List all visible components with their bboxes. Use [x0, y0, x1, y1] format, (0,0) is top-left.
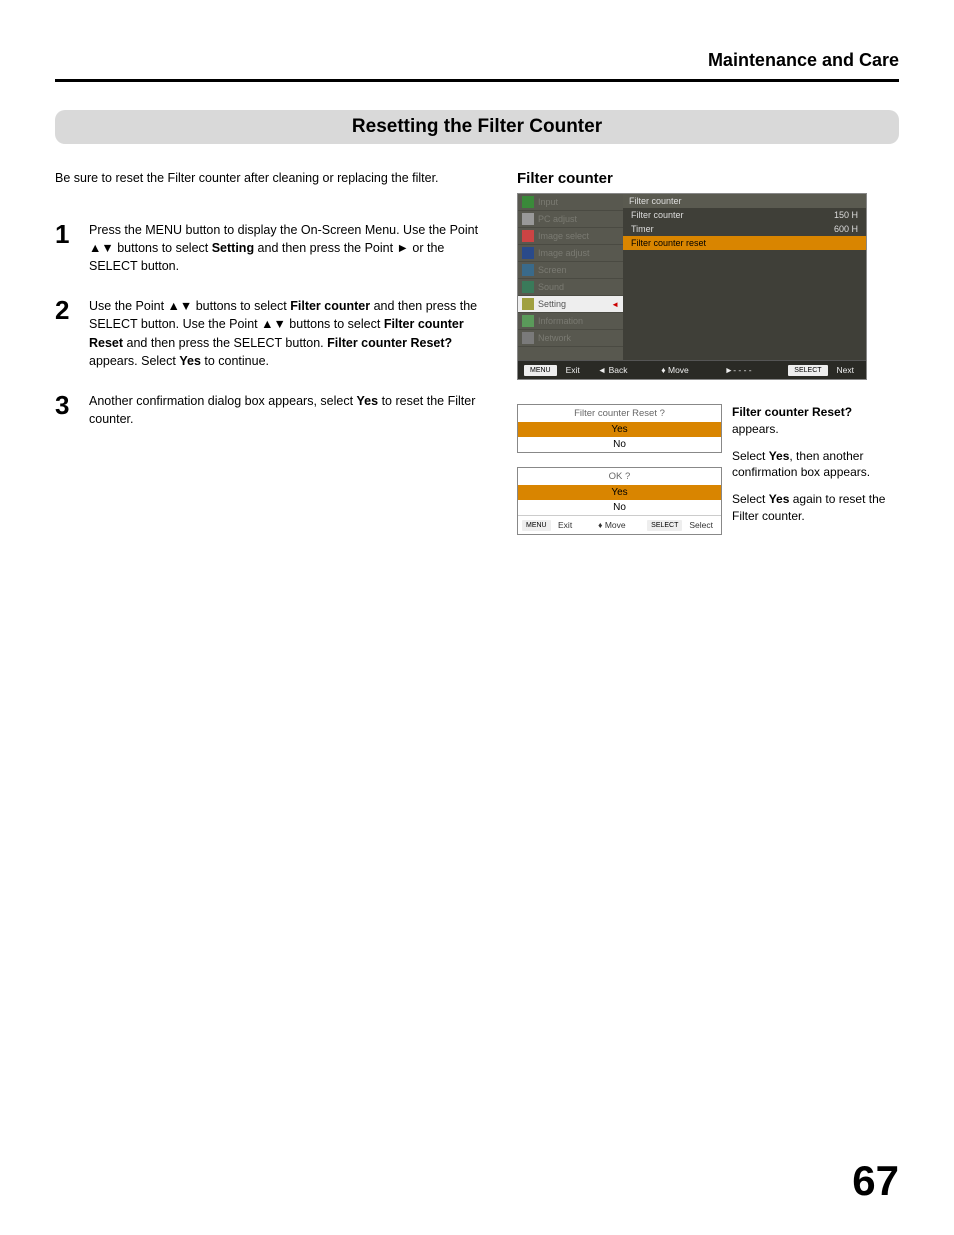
screen-icon: [522, 264, 534, 276]
dialog-option-yes: Yes: [518, 422, 721, 437]
osd-menu-label: Image adjust: [538, 248, 590, 258]
osd-menu-list: Input PC adjust Image select Image adjust Sc…: [518, 194, 623, 360]
right-heading: Filter counter: [517, 170, 899, 187]
side-p3: Select Yes again to reset the Filter cou…: [732, 491, 899, 525]
osd-menu-label: PC adjust: [538, 214, 577, 224]
info-icon: [522, 315, 534, 327]
page-number: 67: [852, 1157, 899, 1205]
osd-menu-label: Information: [538, 316, 583, 326]
right-column: Filter counter Input PC adjust Image selec…: [517, 170, 899, 549]
osd-row-label: Filter counter reset: [631, 238, 706, 248]
osd-panel-row: Filter counter reset: [623, 236, 866, 250]
step-number: 1: [55, 221, 89, 275]
step-3: 3 Another confirmation dialog box appear…: [55, 392, 495, 428]
dialog-footer: MENUExit ♦ Move SELECTSelect: [518, 515, 721, 534]
step-body: Press the MENU button to display the On-…: [89, 221, 495, 275]
step-body: Use the Point ▲▼ buttons to select Filte…: [89, 297, 495, 370]
osd-menu-item: Input: [518, 194, 623, 211]
osd-foot-back: ◄ Back: [592, 361, 656, 379]
osd-foot-move: ♦ Move: [655, 361, 719, 379]
left-column: Be sure to reset the Filter counter afte…: [55, 170, 495, 549]
iadj-icon: [522, 247, 534, 259]
osd-panel-row: Filter counter 150 H: [623, 208, 866, 222]
osd-menu-label: Sound: [538, 282, 564, 292]
osd-screenshot: Input PC adjust Image select Image adjust Sc…: [517, 193, 867, 380]
osd-menu-item: Information: [518, 313, 623, 330]
osd-menu-label: Setting: [538, 299, 566, 309]
osd-menu-label: Network: [538, 333, 571, 343]
step-body: Another confirmation dialog box appears,…: [89, 392, 495, 428]
osd-panel-title: Filter counter: [623, 194, 866, 208]
pc-icon: [522, 213, 534, 225]
osd-foot-next: SELECTNext: [782, 361, 866, 379]
step-1: 1 Press the MENU button to display the O…: [55, 221, 495, 275]
dialog-title: OK ?: [518, 468, 721, 485]
dialog-option-no: No: [518, 437, 721, 452]
dialog-foot-select: SELECTSelect: [643, 516, 721, 534]
osd-panel-row: Timer 600 H: [623, 222, 866, 236]
osd-menu-item: Sound: [518, 279, 623, 296]
osd-menu-item: Image adjust: [518, 245, 623, 262]
dialog-option-no: No: [518, 500, 721, 515]
osd-row-label: Filter counter: [631, 210, 684, 220]
dialog-ok-confirm: OK ? Yes No MENUExit ♦ Move SELECTSelect: [517, 467, 722, 535]
osd-foot-arrow: ►- - - -: [719, 361, 783, 379]
side-p1: Filter counter Reset? appears.: [732, 404, 899, 438]
chapter-heading: Maintenance and Care: [55, 50, 899, 71]
osd-menu-label: Screen: [538, 265, 567, 275]
osd-row-label: Timer: [631, 224, 654, 234]
osd-footer: MENUExit ◄ Back ♦ Move ►- - - - SELECTNe…: [518, 360, 866, 379]
osd-menu-item: Setting ◄: [518, 296, 623, 313]
dialogs-row: Filter counter Reset ? Yes No OK ? Yes N…: [517, 404, 899, 549]
osd-foot-exit: MENUExit: [518, 361, 592, 379]
net-icon: [522, 332, 534, 344]
dialog-reset-confirm: Filter counter Reset ? Yes No: [517, 404, 722, 453]
side-p2: Select Yes, then another confirmation bo…: [732, 448, 899, 482]
section-title: Resetting the Filter Counter: [55, 110, 899, 144]
content-columns: Be sure to reset the Filter counter afte…: [55, 170, 899, 549]
osd-menu-item: Image select: [518, 228, 623, 245]
osd-panel: Filter counter Filter counter 150 H Timer 6…: [623, 194, 866, 360]
chevron-right-icon: ◄: [611, 300, 619, 309]
step-number: 2: [55, 297, 89, 370]
dialog-option-yes: Yes: [518, 485, 721, 500]
dialog-foot-exit: MENUExit: [518, 516, 581, 534]
sound-icon: [522, 281, 534, 293]
header-rule: [55, 79, 899, 82]
isel-icon: [522, 230, 534, 242]
osd-menu-item: PC adjust: [518, 211, 623, 228]
osd-menu-label: Input: [538, 197, 558, 207]
osd-menu-item: Screen: [518, 262, 623, 279]
osd-menu-label: Image select: [538, 231, 589, 241]
side-explanation: Filter counter Reset? appears. Select Ye…: [732, 404, 899, 549]
osd-row-value: 600 H: [834, 224, 858, 234]
step-2: 2 Use the Point ▲▼ buttons to select Fil…: [55, 297, 495, 370]
dialog-foot-move: ♦ Move: [581, 516, 644, 534]
intro-text: Be sure to reset the Filter counter afte…: [55, 170, 495, 187]
dialog-stack: Filter counter Reset ? Yes No OK ? Yes N…: [517, 404, 722, 549]
osd-menu-item: Network: [518, 330, 623, 347]
dialog-title: Filter counter Reset ?: [518, 405, 721, 422]
setting-icon: [522, 298, 534, 310]
input-icon: [522, 196, 534, 208]
step-number: 3: [55, 392, 89, 428]
osd-row-value: 150 H: [834, 210, 858, 220]
